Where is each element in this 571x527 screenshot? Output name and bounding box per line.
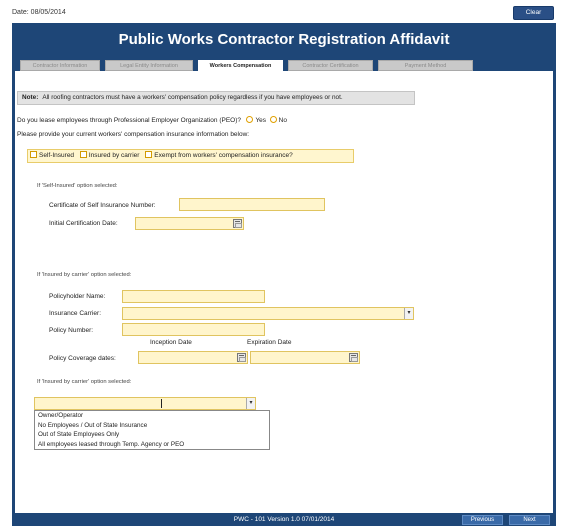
self-insured-checkbox[interactable] xyxy=(30,151,37,158)
employee-status-select[interactable] xyxy=(34,397,256,410)
footer: PWC - 101 Version 1.0 07/01/2014 Previou… xyxy=(12,514,556,526)
calendar-icon[interactable] xyxy=(349,353,358,362)
top-bar: Date: 08/05/2014 Clear xyxy=(0,0,571,22)
peo-question-row: Do you lease employees through Professio… xyxy=(17,116,287,124)
cert-number-label: Certificate of Self Insurance Number: xyxy=(49,202,156,209)
peo-question: Do you lease employees through Professio… xyxy=(17,117,242,124)
insurance-carrier-label: Insurance Carrier: xyxy=(49,310,102,317)
tab-payment-method[interactable]: Payment Method xyxy=(378,60,473,71)
initial-cert-date-input[interactable] xyxy=(135,217,244,230)
carrier-section-label: If 'Insured by carrier' option selected: xyxy=(37,272,132,278)
peo-yes-radio[interactable] xyxy=(246,116,254,123)
tab-workers-compensation[interactable]: Workers Compensation xyxy=(198,60,283,71)
policy-number-label: Policy Number: xyxy=(49,327,94,334)
carrier-section-label-2: If 'Insured by carrier' option selected: xyxy=(37,379,132,385)
policy-number-input[interactable] xyxy=(122,323,265,336)
note-bold: Note: xyxy=(22,94,39,101)
inception-date-label: Inception Date xyxy=(150,339,192,346)
dropdown-option-owner-operator[interactable]: Owner/Operator xyxy=(35,411,269,421)
cert-number-input[interactable] xyxy=(179,198,325,211)
inception-date-input[interactable] xyxy=(138,351,248,364)
calendar-icon[interactable] xyxy=(233,219,242,228)
employee-status-dropdown-list: Owner/Operator No Employees / Out of Sta… xyxy=(34,410,270,450)
initial-cert-date-label: Initial Certification Date: xyxy=(49,220,118,227)
insured-by-carrier-checkbox[interactable] xyxy=(79,151,87,158)
previous-button[interactable]: Previous xyxy=(462,515,503,525)
exempt-label: Exempt from workers' compensation insura… xyxy=(154,152,293,159)
expiration-date-input[interactable] xyxy=(250,351,360,364)
date-label: Date: 08/05/2014 xyxy=(12,9,66,16)
dropdown-option-leased[interactable]: All employees leased through Temp. Agenc… xyxy=(35,440,269,450)
dropdown-option-out-of-state[interactable]: Out of State Employees Only xyxy=(35,430,269,440)
peo-no-label: No xyxy=(278,117,287,124)
form-frame: Public Works Contractor Registration Aff… xyxy=(12,23,556,526)
provide-text: Please provide your current workers' com… xyxy=(17,131,250,138)
coverage-dates-label: Policy Coverage dates: xyxy=(49,355,116,362)
note-text: All roofing contractors must have a work… xyxy=(42,94,343,101)
expiration-date-label: Expiration Date xyxy=(247,339,292,346)
tab-contractor-information[interactable]: Contractor Information xyxy=(20,60,100,71)
policyholder-label: Policyholder Name: xyxy=(49,293,106,300)
self-insured-section-label: If 'Self-Insured' option selected: xyxy=(37,183,118,189)
note-banner: Note: All roofing contractors must have a… xyxy=(17,91,415,105)
tab-contractor-certification[interactable]: Contractor Certification xyxy=(288,60,373,71)
chevron-down-icon[interactable]: ▾ xyxy=(404,308,413,319)
insurance-carrier-select[interactable] xyxy=(122,307,414,320)
form-content: Note: All roofing contractors must have a… xyxy=(15,71,553,513)
page-title: Public Works Contractor Registration Aff… xyxy=(118,31,450,48)
calendar-icon[interactable] xyxy=(237,353,246,362)
insurance-options-row: Self-Insured Insured by carrier Exempt f… xyxy=(27,149,354,163)
peo-yes-label: Yes xyxy=(255,117,267,124)
insured-by-carrier-label: Insured by carrier xyxy=(88,152,140,159)
tab-legal-entity-information[interactable]: Legal Entity Information xyxy=(105,60,193,71)
policyholder-input[interactable] xyxy=(122,290,265,303)
clear-button[interactable]: Clear xyxy=(513,6,554,20)
exempt-checkbox[interactable] xyxy=(145,151,153,158)
self-insured-label: Self-Insured xyxy=(39,152,75,159)
peo-no-radio[interactable] xyxy=(269,116,277,123)
chevron-down-icon[interactable]: ▾ xyxy=(246,398,255,409)
text-cursor xyxy=(161,399,162,408)
next-button[interactable]: Next xyxy=(509,515,550,525)
dropdown-option-no-employees[interactable]: No Employees / Out of State Insurance xyxy=(35,421,269,431)
